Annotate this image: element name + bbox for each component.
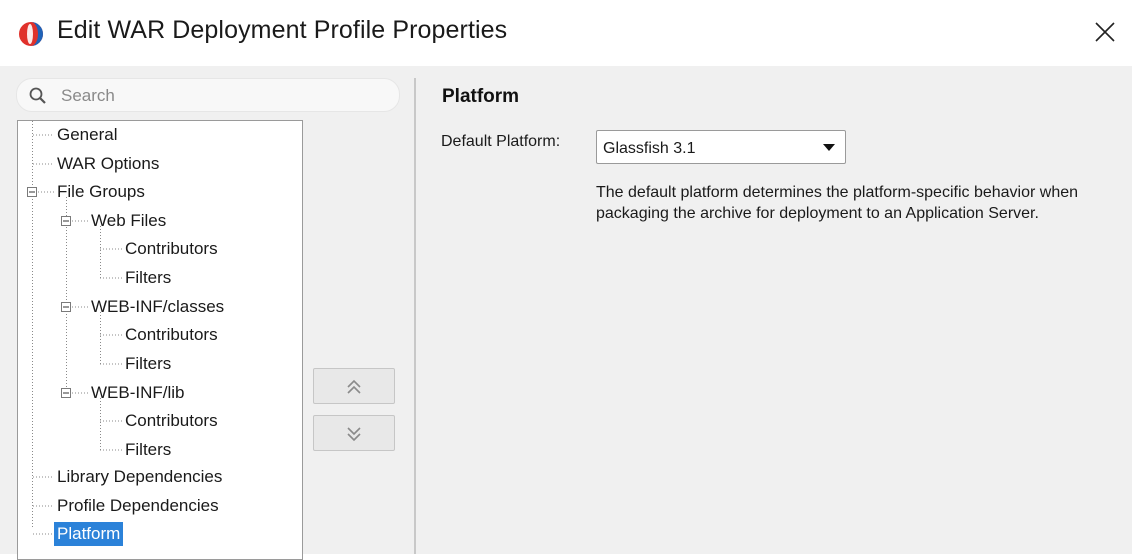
tree-item-profile-dependencies[interactable]: Profile Dependencies bbox=[54, 494, 222, 518]
search-icon bbox=[29, 87, 46, 104]
platform-description: The default platform determines the plat… bbox=[596, 184, 1079, 222]
tree-item-web-files-contributors[interactable]: Contributors bbox=[122, 237, 221, 261]
move-up-button[interactable] bbox=[313, 368, 395, 404]
tree-item-library-dependencies[interactable]: Library Dependencies bbox=[54, 465, 225, 489]
page-title: Platform bbox=[442, 86, 520, 107]
close-button[interactable] bbox=[1078, 6, 1132, 58]
tree-item-classes-contributors[interactable]: Contributors bbox=[122, 323, 221, 347]
dropdown-arrow-icon bbox=[823, 144, 835, 151]
close-icon bbox=[1095, 22, 1115, 42]
move-down-button[interactable] bbox=[313, 415, 395, 451]
default-platform-value: Glassfish 3.1 bbox=[603, 140, 696, 157]
panel-divider[interactable] bbox=[414, 78, 416, 554]
tree-item-lib-contributors[interactable]: Contributors bbox=[122, 409, 221, 433]
double-chevron-up-icon bbox=[347, 379, 361, 394]
tree-item-web-files-filters[interactable]: Filters bbox=[122, 266, 174, 290]
default-platform-select[interactable]: Glassfish 3.1 bbox=[596, 130, 846, 164]
tree-item-web-inf-lib[interactable]: WEB-INF/lib bbox=[88, 381, 188, 405]
collapse-toggle-icon[interactable] bbox=[27, 187, 37, 197]
title-bar: Edit WAR Deployment Profile Properties bbox=[0, 0, 1132, 66]
collapse-toggle-icon[interactable] bbox=[61, 216, 71, 226]
collapse-toggle-icon[interactable] bbox=[61, 388, 71, 398]
collapse-toggle-icon[interactable] bbox=[61, 302, 71, 312]
app-logo-icon bbox=[19, 22, 43, 46]
double-chevron-down-icon bbox=[347, 427, 361, 442]
tree-item-web-files[interactable]: Web Files bbox=[88, 209, 169, 233]
tree-item-war-options[interactable]: WAR Options bbox=[54, 152, 162, 176]
search-input[interactable] bbox=[61, 85, 381, 107]
default-platform-label: Default Platform: bbox=[441, 133, 561, 150]
tree-item-platform[interactable]: Platform bbox=[54, 522, 124, 546]
tree-item-web-inf-classes[interactable]: WEB-INF/classes bbox=[88, 295, 227, 319]
tree-item-general[interactable]: General bbox=[54, 123, 120, 147]
window-title: Edit WAR Deployment Profile Properties bbox=[57, 16, 508, 44]
search-box[interactable] bbox=[16, 78, 400, 112]
navigation-tree[interactable]: General WAR Options File Groups Web File… bbox=[17, 120, 303, 560]
tree-item-file-groups[interactable]: File Groups bbox=[54, 180, 148, 204]
dialog-content: General WAR Options File Groups Web File… bbox=[0, 66, 1132, 560]
tree-item-classes-filters[interactable]: Filters bbox=[122, 352, 174, 376]
tree-item-lib-filters[interactable]: Filters bbox=[122, 438, 174, 462]
